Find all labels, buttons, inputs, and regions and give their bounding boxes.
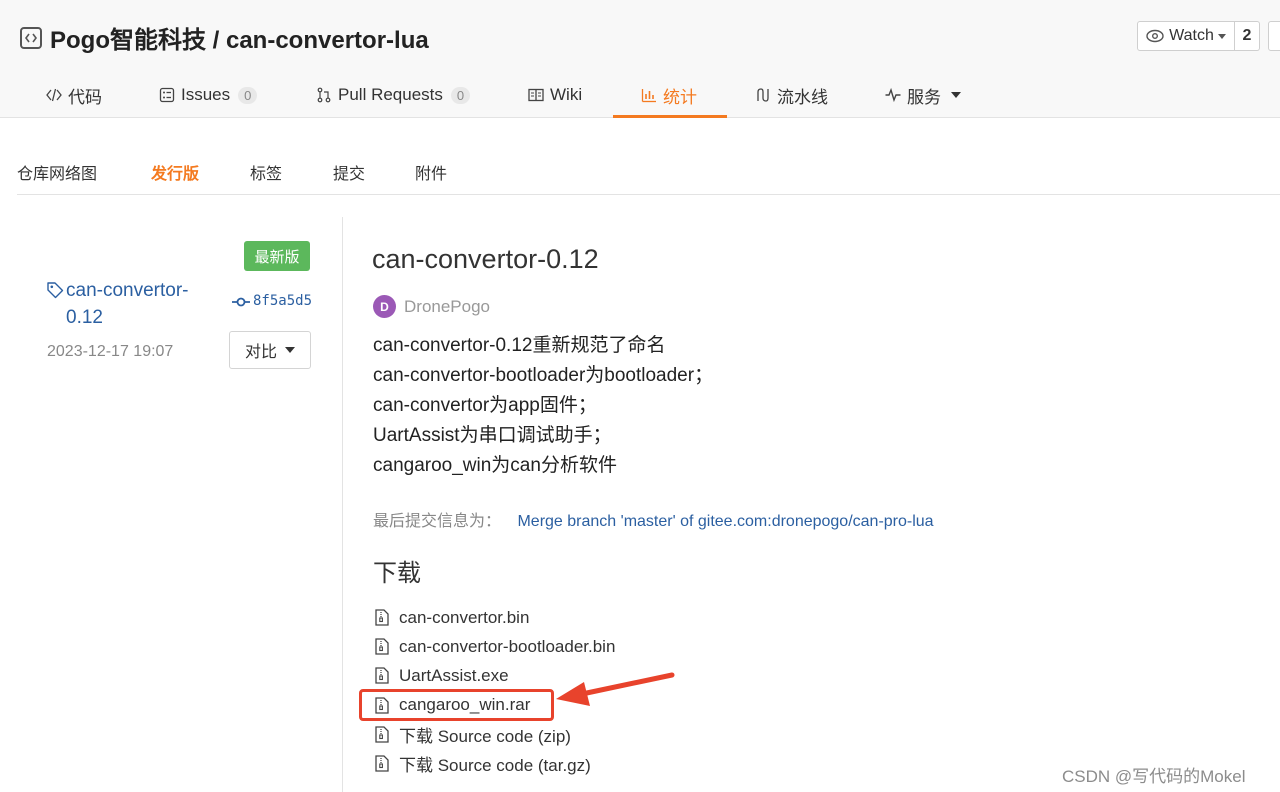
pull-request-icon bbox=[317, 87, 331, 103]
repo-code-icon bbox=[20, 26, 42, 49]
stats-icon bbox=[641, 89, 656, 103]
code-icon bbox=[46, 88, 62, 102]
subnav-commits[interactable]: 提交 bbox=[333, 160, 365, 184]
tab-pull-requests[interactable]: Pull Requests 0 bbox=[316, 72, 471, 118]
compare-button[interactable]: 对比 bbox=[229, 331, 311, 369]
file-zip-icon bbox=[375, 755, 389, 772]
file-zip-icon bbox=[375, 667, 389, 685]
tab-pipeline[interactable]: 流水线 bbox=[755, 72, 828, 118]
release-note-line: UartAssist为串口调试助手； bbox=[373, 425, 612, 446]
download-link[interactable]: UartAssist.exe bbox=[399, 666, 509, 686]
release-note-line: can-convertor为app固件； bbox=[373, 395, 597, 416]
downloads-heading: 下载 bbox=[373, 560, 421, 587]
release-notes: can-convertor-0.12重新规范了命名 can-convertor-… bbox=[373, 331, 713, 481]
tab-code[interactable]: 代码 bbox=[46, 72, 102, 118]
service-icon bbox=[885, 87, 901, 103]
tab-label: Issues bbox=[181, 85, 231, 104]
commit-hash-link[interactable]: 8f5a5d5 bbox=[253, 293, 312, 309]
subnav: 仓库网络图 发行版 标签 提交 附件 bbox=[17, 148, 1280, 195]
watch-button[interactable]: Watch bbox=[1137, 21, 1235, 51]
last-commit-label: 最后提交信息为： bbox=[373, 513, 502, 530]
author-name[interactable]: DronePogo bbox=[404, 297, 490, 317]
wiki-icon bbox=[528, 88, 544, 102]
pull-requests-count-badge: 0 bbox=[450, 86, 471, 104]
subnav-releases[interactable]: 发行版 bbox=[151, 160, 199, 184]
download-item[interactable]: 下载 Source code (zip) bbox=[373, 720, 615, 749]
release-date: 2023-12-17 19:07 bbox=[47, 343, 174, 360]
avatar[interactable]: D bbox=[373, 295, 396, 318]
subnav-tags[interactable]: 标签 bbox=[250, 160, 282, 184]
release-tag-link[interactable]: can-convertor-0.12 bbox=[66, 277, 222, 331]
eye-icon bbox=[1146, 29, 1164, 43]
last-commit-link[interactable]: Merge branch 'master' of gitee.com:drone… bbox=[517, 513, 933, 530]
tab-label: Pull Requests bbox=[338, 85, 443, 104]
issues-count-badge: 0 bbox=[238, 86, 258, 104]
chevron-down-icon bbox=[951, 92, 961, 98]
file-zip-icon bbox=[375, 609, 389, 626]
latest-badge: 最新版 bbox=[244, 241, 310, 271]
download-link[interactable]: can-convertor.bin bbox=[399, 608, 529, 628]
watch-label: Watch bbox=[1169, 27, 1214, 44]
download-item[interactable]: 下载 Source code (tar.gz) bbox=[373, 749, 615, 778]
tab-wiki[interactable]: Wiki bbox=[528, 72, 582, 118]
subnav-attachments[interactable]: 附件 bbox=[415, 160, 447, 184]
pipeline-icon bbox=[757, 88, 769, 102]
download-item[interactable]: can-convertor.bin bbox=[373, 603, 615, 632]
tab-stats[interactable]: 统计 bbox=[641, 72, 697, 118]
release-note-line: can-convertor-0.12重新规范了命名 bbox=[373, 335, 666, 356]
download-link[interactable]: can-convertor-bootloader.bin bbox=[399, 637, 615, 657]
tab-service[interactable]: 服务 bbox=[885, 72, 961, 118]
file-zip-icon bbox=[375, 638, 389, 655]
repo-name[interactable]: Pogo智能科技 / can-convertor-lua bbox=[50, 20, 429, 55]
tab-label: 流水线 bbox=[777, 87, 828, 107]
watch-count[interactable]: 2 bbox=[1235, 21, 1260, 51]
repo-header: Pogo智能科技 / can-convertor-lua Watch 2 代码 … bbox=[0, 0, 1280, 118]
download-link[interactable]: 下载 Source code (tar.gz) bbox=[399, 751, 591, 776]
compare-label: 对比 bbox=[244, 344, 277, 361]
chevron-down-icon bbox=[285, 347, 295, 353]
repo-title: Pogo智能科技 / can-convertor-lua bbox=[20, 20, 429, 55]
watch-group: Watch 2 bbox=[1137, 21, 1260, 51]
release-note-line: can-convertor-bootloader为bootloader； bbox=[373, 365, 714, 386]
active-tab-indicator bbox=[613, 115, 727, 118]
watermark: CSDN @写代码的Mokel bbox=[1062, 767, 1246, 786]
last-commit-info: 最后提交信息为： Merge branch 'master' of gitee.… bbox=[373, 507, 934, 531]
tab-label: Wiki bbox=[550, 85, 583, 104]
subnav-network-graph[interactable]: 仓库网络图 bbox=[17, 160, 97, 184]
chevron-down-icon bbox=[1217, 33, 1226, 39]
repo-tabs: 代码 Issues 0 Pull Requests 0 Wiki 统计 流水线 … bbox=[0, 72, 1280, 118]
tab-label: 统计 bbox=[663, 87, 697, 107]
tab-issues[interactable]: Issues 0 bbox=[159, 72, 258, 118]
download-link[interactable]: 下载 Source code (zip) bbox=[399, 722, 571, 747]
download-item[interactable]: can-convertor-bootloader.bin bbox=[373, 632, 615, 661]
release-note-line: cangaroo_win为can分析软件 bbox=[373, 455, 617, 476]
release-title: can-convertor-0.12 bbox=[372, 244, 599, 274]
annotation-arrow-icon bbox=[556, 672, 675, 706]
tab-label: 服务 bbox=[907, 87, 941, 107]
tab-label: 代码 bbox=[68, 87, 102, 107]
annotation-highlight-box bbox=[359, 689, 554, 721]
column-divider bbox=[342, 217, 343, 792]
file-zip-icon bbox=[375, 726, 389, 743]
commit-icon bbox=[232, 297, 250, 307]
more-button[interactable] bbox=[1268, 21, 1280, 51]
issues-icon bbox=[159, 87, 175, 103]
tag-icon bbox=[47, 282, 64, 299]
